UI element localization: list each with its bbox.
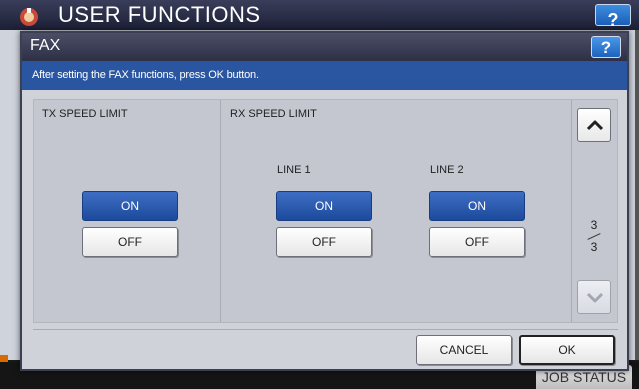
background-help-button[interactable]: ? <box>595 4 631 30</box>
settings-panel: TX SPEED LIMIT ON OFF RX SPEED LIMIT LIN… <box>33 99 618 323</box>
page-total: 3 <box>590 240 598 254</box>
tx-speed-limit-label: TX SPEED LIMIT <box>42 108 128 120</box>
section-divider <box>220 100 221 322</box>
footer-divider <box>33 329 618 330</box>
fax-dialog: FAX ? After setting the FAX functions, p… <box>20 31 629 371</box>
scroll-up-button[interactable] <box>577 108 611 142</box>
page-current: 3 <box>590 218 598 232</box>
dialog-title-bar: FAX ? <box>22 33 627 61</box>
page-indicator: 3 3 <box>579 218 609 254</box>
instruction-banner: After setting the FAX functions, press O… <box>22 61 627 90</box>
background-title: USER FUNCTIONS <box>58 2 261 27</box>
rx-line1-on-button[interactable]: ON <box>276 191 372 221</box>
rx-line2-off-button[interactable]: OFF <box>429 227 525 257</box>
dialog-title: FAX <box>30 37 61 54</box>
ok-button[interactable]: OK <box>519 335 615 365</box>
tx-on-button[interactable]: ON <box>82 191 178 221</box>
cancel-button[interactable]: CANCEL <box>416 335 512 365</box>
rx-speed-limit-label: RX SPEED LIMIT <box>230 108 317 120</box>
rx-line2-on-button[interactable]: ON <box>429 191 525 221</box>
rx-line1-off-button[interactable]: OFF <box>276 227 372 257</box>
rx-line2-label: LINE 2 <box>430 164 464 176</box>
screen: USER FUNCTIONS ? 22:23 JOB STATUS FAX ? … <box>0 0 639 389</box>
tx-off-button[interactable]: OFF <box>82 227 178 257</box>
chevron-down-icon <box>586 292 604 303</box>
user-functions-logo-icon <box>20 8 38 26</box>
pager-divider <box>571 100 572 322</box>
chevron-up-icon <box>586 120 604 131</box>
page-separator <box>587 233 601 240</box>
rx-line1-label: LINE 1 <box>277 164 311 176</box>
scroll-down-button[interactable] <box>577 280 611 314</box>
dialog-help-button[interactable]: ? <box>591 36 621 58</box>
background-edge <box>635 30 639 360</box>
